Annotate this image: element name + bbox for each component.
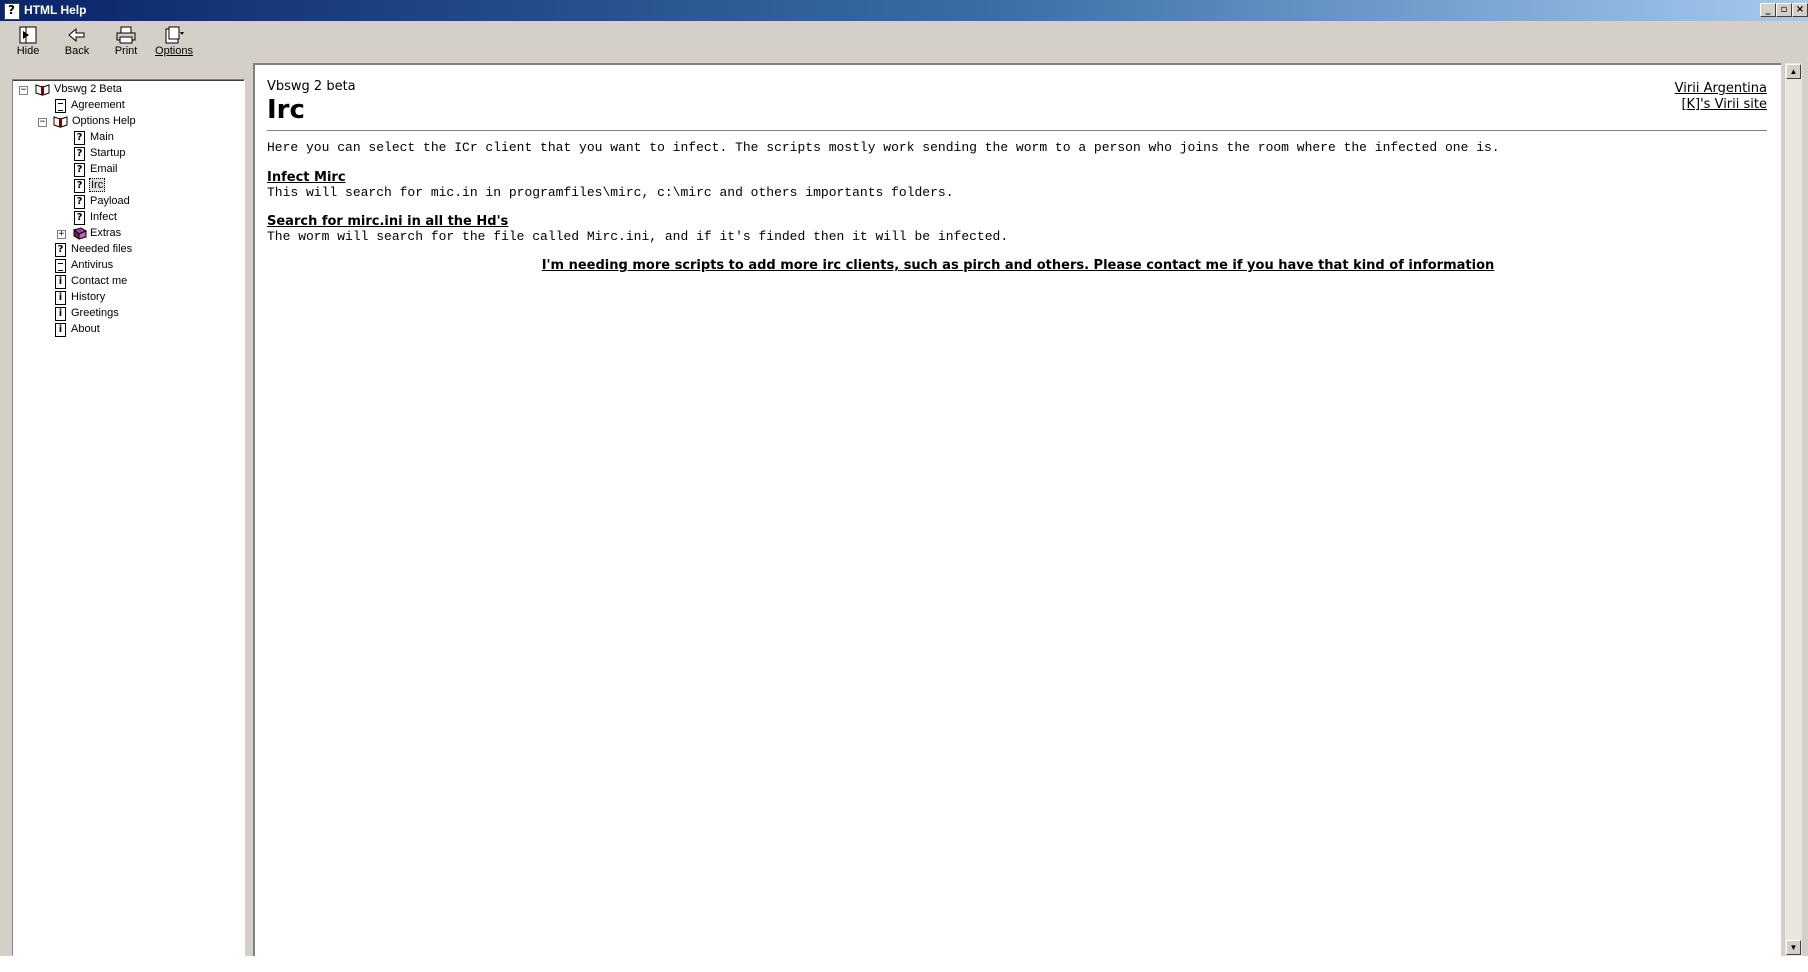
window-title: HTML Help xyxy=(24,3,87,17)
contents-tree[interactable]: − Vbswg 2 Beta Agreement − Options Help … xyxy=(12,79,245,956)
expand-icon[interactable]: + xyxy=(57,230,66,239)
collapse-icon[interactable]: − xyxy=(38,118,47,127)
infect-mirc-heading[interactable]: Infect Mirc xyxy=(267,170,346,185)
back-arrow-icon xyxy=(68,27,85,43)
restore-button[interactable]: ▫ xyxy=(1776,3,1792,17)
info-page-icon: i xyxy=(55,323,66,337)
minimize-button[interactable]: _ xyxy=(1760,3,1776,17)
help-page-icon: ? xyxy=(74,163,85,177)
hide-icon xyxy=(19,26,37,44)
topic-subtitle: Vbswg 2 beta xyxy=(267,79,356,94)
link-virii-argentina[interactable]: Virii Argentina xyxy=(1675,81,1767,97)
print-label: Print xyxy=(114,45,138,57)
info-page-icon: i xyxy=(55,307,66,321)
options-label: Options xyxy=(155,45,193,57)
window-bottom-edge xyxy=(0,956,1808,972)
closed-book-icon xyxy=(72,227,87,240)
back-button[interactable]: Back xyxy=(55,24,99,62)
close-button[interactable]: × xyxy=(1792,3,1808,17)
info-page-icon: i xyxy=(55,291,66,305)
back-label: Back xyxy=(64,45,90,57)
scroll-up-icon[interactable]: ▲ xyxy=(1786,64,1801,79)
open-book-icon xyxy=(35,84,50,96)
search-mirc-ini-heading[interactable]: Search for mirc.ini in all the Hd's xyxy=(267,214,508,229)
hide-button[interactable]: Hide xyxy=(6,24,50,62)
page-icon xyxy=(55,259,66,273)
header-links: Virii Argentina [K]'s Virii site xyxy=(1675,81,1767,113)
help-app-icon xyxy=(4,3,20,20)
scroll-down-icon[interactable]: ▼ xyxy=(1786,940,1801,955)
page-icon xyxy=(55,99,66,113)
search-mirc-ini-text: The worm will search for the file called… xyxy=(267,229,1009,244)
print-button[interactable]: Print xyxy=(104,24,148,62)
topic-content: Vbswg 2 beta Irc Virii Argentina [K]'s V… xyxy=(253,63,1781,956)
html-help-window: HTML Help _ ▫ × Hide Back Prin xyxy=(0,0,1808,972)
vertical-scrollbar[interactable]: ▲ ▼ xyxy=(1784,63,1802,956)
intro-text: Here you can select the ICr client that … xyxy=(267,140,1500,155)
help-page-icon: ? xyxy=(74,147,85,161)
options-button[interactable]: Options xyxy=(152,24,196,62)
options-icon xyxy=(165,26,184,44)
help-page-icon: ? xyxy=(74,211,85,225)
hide-label: Hide xyxy=(16,45,40,57)
collapse-icon[interactable]: − xyxy=(19,86,28,95)
help-page-icon: ? xyxy=(74,131,85,145)
printer-icon xyxy=(116,26,136,44)
title-bar[interactable]: HTML Help _ ▫ × xyxy=(0,0,1808,21)
info-page-icon: i xyxy=(55,275,66,289)
help-page-icon: ? xyxy=(74,179,85,193)
page-title: Irc xyxy=(267,95,305,125)
contact-note-link[interactable]: I'm needing more scripts to add more irc… xyxy=(255,258,1781,273)
infect-mirc-text: This will search for mic.in in programfi… xyxy=(267,185,954,200)
help-page-icon: ? xyxy=(55,243,66,257)
open-book-icon xyxy=(53,116,68,128)
link-k-virii-site[interactable]: [K]'s Virii site xyxy=(1675,97,1767,113)
toolbar: Hide Back Print Options xyxy=(0,21,1808,63)
help-page-icon: ? xyxy=(74,195,85,209)
pane-splitter[interactable] xyxy=(245,63,253,956)
header-divider xyxy=(267,130,1767,131)
